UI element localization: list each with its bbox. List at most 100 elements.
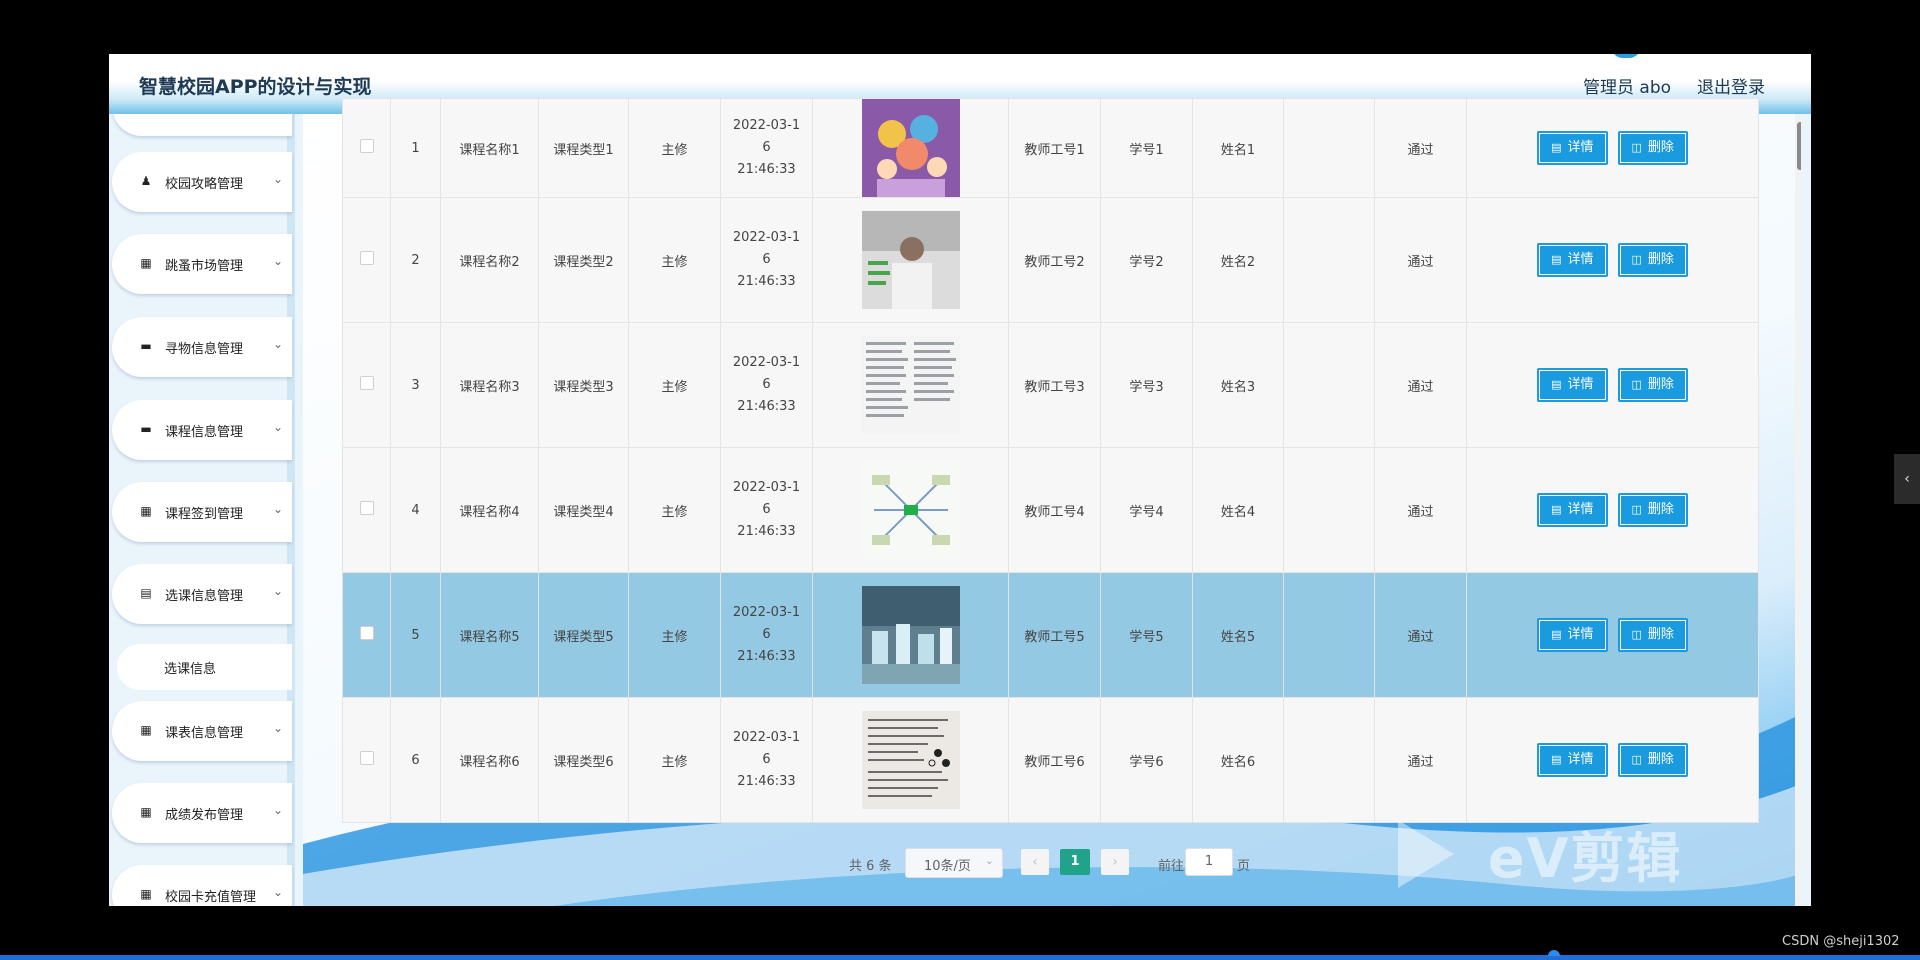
row-checkbox-cell	[342, 572, 391, 698]
detail-label: 详情	[1567, 627, 1594, 642]
video-progress-handle[interactable]	[1548, 950, 1560, 956]
chevron-down-icon: ⌄	[273, 584, 284, 598]
actions-cell: ▤ 详情 ◫ 删除	[1466, 697, 1759, 823]
sidebar-item-course-info[interactable]: ▬ 课程信息管理 ⌄	[112, 400, 292, 460]
table-row[interactable]: 2 课程名称2 课程类型2 主修 2022-03-1 6 21:46:33 教师工号2 学号2…	[342, 197, 1759, 323]
sidebar-item-campus-guide[interactable]: ♟ 校园攻略管理 ⌄	[112, 152, 292, 212]
row-checkbox[interactable]	[359, 251, 374, 265]
row-checkbox[interactable]	[359, 626, 374, 640]
row-checkbox[interactable]	[359, 751, 374, 765]
time-line-1: 2022-03-1	[732, 480, 801, 495]
detail-button[interactable]: ▤ 详情	[1537, 743, 1608, 777]
status-cell: 通过	[1374, 322, 1467, 448]
sidebar-item-timetable[interactable]: ▦ 课表信息管理 ⌄	[112, 701, 292, 761]
logout-link[interactable]: 退出登录	[1697, 73, 1765, 98]
table-row[interactable]: 5 课程名称5 课程类型5 主修 2022-03-1 6 21:46:33 教师工号5 学号5…	[342, 572, 1759, 698]
detail-button[interactable]: ▤ 详情	[1537, 131, 1608, 165]
monitor-icon: ▬	[140, 339, 152, 353]
time-line-2: 6 21:46:33	[737, 140, 796, 177]
course-kind-cell: 主修	[628, 322, 721, 448]
page-size-select[interactable]: 10条/页 ⌄	[905, 848, 1003, 878]
detail-button[interactable]: ▤ 详情	[1537, 243, 1608, 277]
app-title: 智慧校园APP的设计与实现	[139, 76, 372, 98]
table-row[interactable]: 6 课程名称6 课程类型6 主修 2022-03-1 6 21:46:33 教师工号6 学号6…	[342, 697, 1759, 823]
sidebar-item-course-selection[interactable]: ▤ 选课信息管理 ⌄	[112, 564, 292, 624]
vertical-scrollbar[interactable]	[1795, 114, 1801, 906]
status-cell: 通过	[1374, 447, 1467, 573]
delete-button[interactable]: ◫ 删除	[1617, 743, 1688, 777]
row-checkbox[interactable]	[359, 139, 374, 153]
table-row[interactable]: 4 课程名称4 课程类型4 主修 2022-03-1 6 21:46:33 教师工号4 学号4…	[342, 447, 1759, 573]
table-row[interactable]: 3 课程名称3 课程类型3 主修 2022-03-1 6 21:46:33 教师工号3 学号3…	[342, 322, 1759, 448]
goto-suffix: 页	[1237, 859, 1251, 874]
time-line-1: 2022-03-1	[732, 355, 801, 370]
status-cell: 通过	[1374, 572, 1467, 698]
delete-label: 删除	[1647, 627, 1674, 642]
chevron-down-icon: ⌄	[273, 885, 284, 899]
delete-button[interactable]: ◫ 删除	[1617, 368, 1688, 402]
sidebar-item-grades[interactable]: ▦ 成绩发布管理 ⌄	[112, 783, 292, 843]
actions-cell: ▤ 详情 ◫ 删除	[1466, 98, 1759, 198]
chevron-down-icon: ⌄	[273, 721, 284, 735]
actions-cell: ▤ 详情 ◫ 删除	[1466, 322, 1759, 448]
course-name-cell: 课程名称6	[440, 697, 539, 823]
sidebar-item-course-checkin[interactable]: ▦ 课程签到管理 ⌄	[112, 482, 292, 542]
status-cell: 通过	[1374, 697, 1467, 823]
cartoon-kids-image[interactable]	[861, 99, 960, 197]
trash-icon: ◫	[1631, 503, 1642, 516]
chevron-down-icon: ⌄	[273, 803, 284, 817]
table-row[interactable]: 1 课程名称1 课程类型1 主修 2022-03-1 6 21:46:33 教师工号1 学号1…	[342, 98, 1759, 198]
detail-button[interactable]: ▤ 详情	[1537, 368, 1608, 402]
teacher-no-cell: 教师工号3	[1008, 322, 1101, 448]
sidebar-item-label: 课表信息管理	[165, 726, 244, 741]
detail-button[interactable]: ▤ 详情	[1537, 493, 1608, 527]
goto-page-input[interactable]: 1	[1185, 848, 1233, 876]
delete-button[interactable]: ◫ 删除	[1617, 131, 1688, 165]
mind-map-image[interactable]	[861, 461, 960, 559]
monitor-icon: ▬	[140, 422, 152, 436]
student-no-cell: 学号3	[1100, 322, 1193, 448]
chart-icon: ▤	[140, 586, 152, 600]
course-type-cell: 课程类型3	[538, 322, 629, 448]
worksheet-image[interactable]	[861, 711, 960, 809]
student-name-cell: 姓名6	[1192, 697, 1284, 823]
empty-cell	[1283, 447, 1375, 573]
video-progress-bar[interactable]	[0, 955, 1920, 960]
scrollbar-thumb[interactable]	[1797, 122, 1801, 170]
sidebar-item-label: 课程签到管理	[165, 507, 244, 522]
delete-button[interactable]: ◫ 删除	[1617, 493, 1688, 527]
page-size-value: 10条/页	[924, 859, 971, 874]
thumbnail-cell	[812, 447, 1009, 573]
detail-button[interactable]: ▤ 详情	[1537, 618, 1608, 652]
index-cell: 6	[390, 697, 441, 823]
trash-icon: ◫	[1631, 141, 1642, 154]
trash-icon: ◫	[1631, 628, 1642, 641]
next-page-button[interactable]: ›	[1101, 849, 1129, 875]
delete-button[interactable]: ◫ 删除	[1617, 243, 1688, 277]
detail-label: 详情	[1567, 377, 1594, 392]
trash-icon: ◫	[1631, 753, 1642, 766]
classroom-poster-image[interactable]	[861, 211, 960, 309]
sidebar-item-lost-found[interactable]: ▬ 寻物信息管理 ⌄	[112, 317, 292, 377]
sidebar-item-card-recharge[interactable]: ▦ 校园卡充值管理 ⌄	[112, 865, 292, 906]
document-page-image[interactable]	[861, 336, 960, 434]
time-cell: 2022-03-1 6 21:46:33	[720, 322, 813, 448]
course-type-cell: 课程类型2	[538, 197, 629, 323]
row-checkbox[interactable]	[359, 501, 374, 515]
document-icon: ▤	[1551, 378, 1562, 391]
sidebar-subitem-selection-info[interactable]: 选课信息	[117, 644, 292, 690]
lab-photo-image[interactable]	[861, 586, 960, 684]
page-number-1[interactable]: 1	[1060, 849, 1090, 875]
sidebar-item-hidden-top[interactable]	[112, 114, 292, 136]
side-collapse-tab[interactable]: ‹	[1894, 454, 1920, 504]
empty-cell	[1283, 572, 1375, 698]
course-type-cell: 课程类型6	[538, 697, 629, 823]
delete-button[interactable]: ◫ 删除	[1617, 618, 1688, 652]
row-checkbox[interactable]	[359, 376, 374, 390]
row-checkbox-cell	[342, 697, 391, 823]
teacher-no-cell: 教师工号5	[1008, 572, 1101, 698]
sidebar-item-flea-market[interactable]: ▦ 跳蚤市场管理 ⌄	[112, 234, 292, 294]
student-name-cell: 姓名2	[1192, 197, 1284, 323]
prev-page-button[interactable]: ‹	[1021, 849, 1049, 875]
course-name-cell: 课程名称1	[440, 98, 539, 198]
